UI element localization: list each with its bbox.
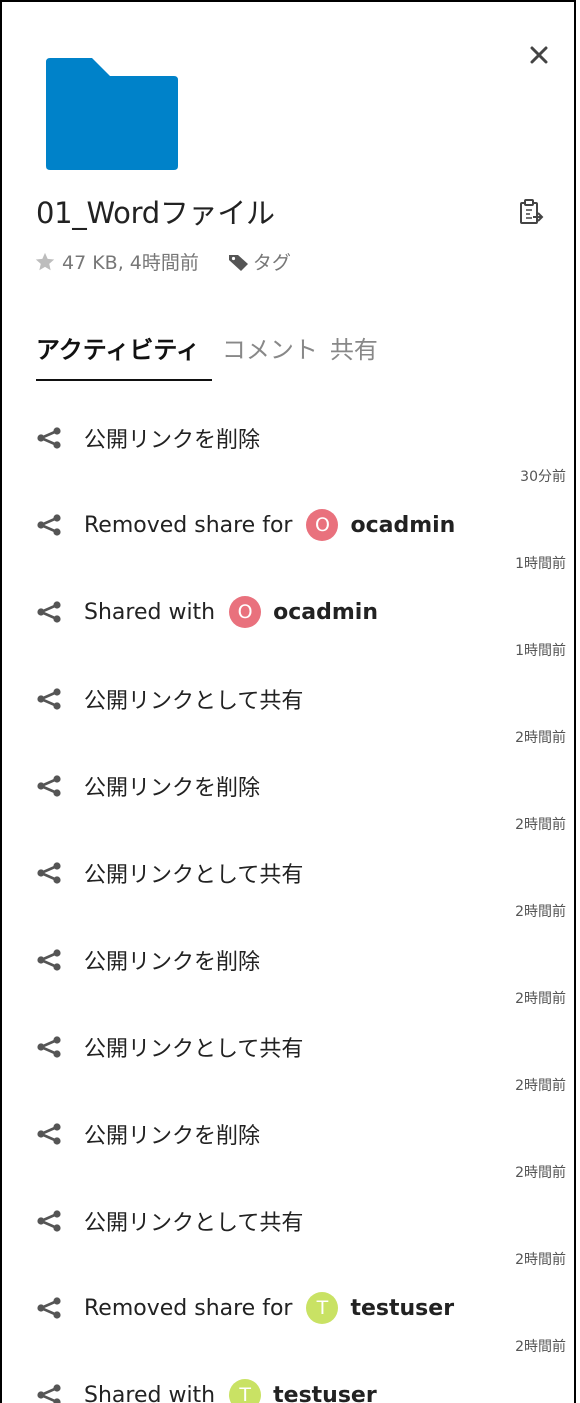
folder-icon	[46, 58, 178, 170]
copy-link-icon[interactable]	[518, 198, 544, 228]
activity-text: 公開リンクを削除	[84, 1124, 261, 1149]
user-avatar[interactable]: T	[229, 1379, 262, 1403]
tab-comments[interactable]: コメント	[222, 328, 318, 381]
share-icon	[37, 949, 61, 971]
activity-item: 公開リンクとして共有 2時間前	[36, 1203, 566, 1290]
tags-button[interactable]: タグ	[227, 248, 291, 275]
share-icon	[37, 1297, 61, 1319]
activity-item: Shared with Ttestuser	[36, 1377, 566, 1403]
activity-item: 公開リンクを削除 2時間前	[36, 768, 566, 855]
activity-time: 2時間前	[515, 1078, 566, 1094]
user-avatar[interactable]: T	[306, 1292, 339, 1324]
activity-time: 30分前	[520, 469, 566, 485]
activity-text: 公開リンクとして共有	[84, 1211, 304, 1236]
close-button[interactable]	[524, 40, 554, 70]
share-icon	[37, 688, 61, 710]
tab-bar: アクティビティ コメント 共有	[36, 328, 390, 381]
activity-text: 公開リンクとして共有	[84, 689, 304, 714]
tab-activity[interactable]: アクティビティ	[36, 328, 212, 381]
user-avatar[interactable]: O	[229, 596, 262, 628]
activity-time: 1時間前	[515, 643, 566, 659]
activity-item: 公開リンクを削除 30分前	[36, 420, 566, 507]
tab-sharing[interactable]: 共有	[330, 328, 378, 381]
tags-label: タグ	[252, 252, 291, 274]
activity-text: Removed share for	[84, 1295, 293, 1321]
share-icon	[37, 1123, 61, 1145]
details-sidebar: 01_Wordファイル 47 KB, 4時間前 タグ アクティビティ コメント …	[0, 0, 576, 1403]
activity-text: 公開リンクとして共有	[84, 1037, 304, 1062]
activity-time: 2時間前	[515, 1165, 566, 1181]
activity-item: 公開リンクを削除 2時間前	[36, 942, 566, 1029]
share-icon	[37, 1210, 61, 1232]
activity-text: 公開リンクを削除	[84, 776, 261, 801]
user-name[interactable]: testuser	[273, 1383, 377, 1403]
share-icon	[37, 775, 61, 797]
activity-text: 公開リンクを削除	[84, 428, 261, 453]
activity-time: 2時間前	[515, 730, 566, 746]
star-icon[interactable]	[34, 251, 56, 273]
share-icon	[37, 1384, 61, 1403]
share-icon	[37, 427, 61, 449]
activity-item: 公開リンクを削除 2時間前	[36, 1116, 566, 1203]
activity-list: 公開リンクを削除 30分前 Removed share for Oocadmin…	[36, 420, 566, 1403]
activity-time: 2時間前	[515, 1339, 566, 1355]
activity-item: Removed share for Ttestuser 2時間前	[36, 1290, 566, 1377]
file-meta-row: 47 KB, 4時間前 タグ	[34, 248, 291, 275]
share-icon	[37, 601, 61, 623]
activity-item: Removed share for Oocadmin 1時間前	[36, 507, 566, 594]
file-name: 01_Wordファイル	[36, 196, 275, 230]
share-icon	[37, 862, 61, 884]
activity-time: 2時間前	[515, 1252, 566, 1268]
user-name[interactable]: ocadmin	[350, 513, 455, 538]
user-name[interactable]: ocadmin	[273, 600, 378, 625]
activity-item: Shared with Oocadmin 1時間前	[36, 594, 566, 681]
activity-item: 公開リンクとして共有 2時間前	[36, 681, 566, 768]
activity-text: 公開リンクを削除	[84, 950, 261, 975]
activity-text: Removed share for	[84, 512, 293, 538]
file-size-date: 47 KB, 4時間前	[62, 252, 199, 274]
activity-text: Shared with	[84, 1382, 216, 1403]
activity-item: 公開リンクとして共有 2時間前	[36, 855, 566, 942]
share-icon	[37, 1036, 61, 1058]
activity-time: 2時間前	[515, 991, 566, 1007]
user-avatar[interactable]: O	[306, 509, 339, 541]
activity-text: Shared with	[84, 599, 216, 625]
activity-time: 1時間前	[515, 556, 566, 572]
close-icon	[530, 46, 548, 64]
activity-text: 公開リンクとして共有	[84, 863, 304, 888]
tag-icon	[228, 254, 248, 271]
activity-time: 2時間前	[515, 817, 566, 833]
user-name[interactable]: testuser	[350, 1296, 454, 1321]
share-icon	[37, 514, 61, 536]
activity-item: 公開リンクとして共有 2時間前	[36, 1029, 566, 1116]
activity-time: 2時間前	[515, 904, 566, 920]
